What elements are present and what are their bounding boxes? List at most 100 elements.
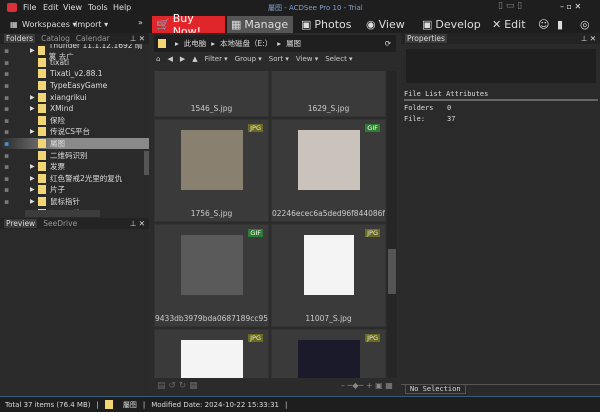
crumb-folder[interactable]: 屬图 <box>286 38 301 49</box>
back-icon[interactable]: ◀ <box>167 55 172 63</box>
365-icon[interactable]: ☺ <box>538 18 549 31</box>
checkbox-icon[interactable]: ▪ <box>4 58 9 67</box>
menu-edit[interactable]: Edit <box>43 3 59 12</box>
tab-preview[interactable]: Preview <box>4 219 38 228</box>
tree-item[interactable]: ▪ ▶ Thunder 11.1.12.1692 晴篱 去广 <box>0 44 149 61</box>
menu-file[interactable]: File <box>23 3 36 12</box>
tree-item[interactable]: ▪ Tixati_v2.88.1 <box>0 68 149 80</box>
eye-mode-icon[interactable]: ◎ <box>580 18 590 31</box>
expand-icon[interactable]: ▶ <box>30 47 35 54</box>
menu-help[interactable]: Help <box>113 3 131 12</box>
tree-item[interactable]: ▪ ▶ XMind <box>0 103 149 115</box>
thumbnail[interactable]: JPG <box>271 329 386 378</box>
checkbox-icon[interactable]: ▪ <box>4 209 9 211</box>
expand-icon[interactable]: ▶ <box>30 163 35 170</box>
crumb-drive[interactable]: 本地磁盘（E:） <box>220 38 272 49</box>
checkbox-icon[interactable]: ▪ <box>4 197 9 206</box>
tree-item[interactable]: ▪ 保险 <box>0 115 149 127</box>
home-icon[interactable]: ⌂ <box>156 55 160 63</box>
checkbox-icon[interactable]: ▪ <box>4 104 9 113</box>
tree-scrollbar[interactable] <box>144 151 149 175</box>
menu-tools[interactable]: Tools <box>88 3 108 12</box>
expand-icon[interactable]: ▶ <box>30 175 35 182</box>
checkbox-icon[interactable]: ▪ <box>4 162 9 171</box>
checkbox-icon[interactable]: ▪ <box>4 69 9 78</box>
checkbox-icon[interactable]: ▪ <box>4 174 9 183</box>
buy-now-button[interactable]: 🛒 Buy Now! <box>152 12 225 38</box>
tab-seedrive[interactable]: SeeDrive <box>43 219 77 228</box>
layout-icons[interactable]: ▯ ▭ ▯ <box>498 1 522 11</box>
tree-item[interactable]: ▪ tixati <box>0 57 149 69</box>
expand-icon[interactable]: ▶ <box>30 128 35 135</box>
thumbnail[interactable]: 1629_S.jpg <box>271 71 386 117</box>
thumbnail-image <box>303 235 354 295</box>
view-menu[interactable]: View ▾ <box>296 55 318 63</box>
checkbox-icon[interactable]: ▪ <box>4 139 9 148</box>
expand-icon[interactable]: ▶ <box>30 105 35 112</box>
group-menu[interactable]: Group ▾ <box>235 55 262 63</box>
tree-item[interactable]: ▪ ▶ xiangrikui <box>0 91 149 103</box>
properties-title: Properties <box>405 34 447 43</box>
tab-calendar[interactable]: Calendar <box>76 34 110 43</box>
tab-no-selection[interactable]: No Selection <box>405 385 466 394</box>
tree-item[interactable]: ▪ 二维码识别 <box>0 149 149 161</box>
menu-view[interactable]: View <box>63 3 82 12</box>
checkbox-icon[interactable]: ▪ <box>4 151 9 160</box>
import-button[interactable]: Import ▾ <box>75 20 108 29</box>
up-icon[interactable]: ▲ <box>192 55 197 63</box>
select-menu[interactable]: Select ▾ <box>325 55 352 63</box>
photos-mode-button[interactable]: ▣ Photos <box>297 16 356 33</box>
window-controls[interactable]: – ▫ ✕ <box>560 2 581 11</box>
folder-icon <box>38 173 46 183</box>
manage-mode-button[interactable]: ▦ Manage <box>227 16 293 33</box>
tree-item-label: 二维码识别 <box>50 150 88 160</box>
thumbnail[interactable]: GIF 02246ecec6a5ded96f844086f7... <box>271 119 386 222</box>
refresh-icon[interactable]: ⟳ <box>385 39 391 48</box>
thumbnail[interactable]: JPG 11007_S.jpg <box>271 224 386 327</box>
develop-mode-button[interactable]: ▣ Develop <box>418 16 485 33</box>
dashboard-icon[interactable]: ▮ <box>557 18 563 31</box>
thumbnail[interactable]: 1546_S.jpg <box>154 71 269 117</box>
pin-icon[interactable]: ⊥ ✕ <box>130 219 145 228</box>
expand-icon[interactable]: ▶ <box>30 186 35 193</box>
checkbox-icon[interactable]: ▪ <box>4 185 9 194</box>
checkbox-icon[interactable]: ▪ <box>4 46 9 55</box>
tree-item-label: tixati <box>50 57 70 67</box>
checkbox-icon[interactable]: ▪ <box>4 116 9 125</box>
edit-mode-button[interactable]: ✕ Edit <box>488 16 530 33</box>
pin-icon[interactable]: ⊥ ✕ <box>581 34 596 43</box>
crumb-this-pc[interactable]: 此电脑 <box>184 38 207 49</box>
tab-folders[interactable]: Folders <box>4 34 36 43</box>
tab-catalog[interactable]: Catalog <box>41 34 70 43</box>
sort-menu[interactable]: Sort ▾ <box>269 55 289 63</box>
expand-icon[interactable]: ▶ <box>30 94 35 101</box>
folder-icon <box>38 81 46 91</box>
checkbox-icon[interactable]: ▪ <box>4 127 9 136</box>
thumbnail-label: 11007_S.jpg <box>305 314 352 323</box>
tree-item[interactable]: ▪ ▶ 传说CS平台 <box>0 126 149 138</box>
tree-item[interactable]: ▪ ▶ 发票 <box>0 161 149 173</box>
workspaces-button[interactable]: Workspaces ▾ <box>22 20 76 29</box>
rotate-tools[interactable]: ▤ ↺ ↻ ▦ <box>157 381 198 391</box>
tree-item[interactable]: ▪ 屬图 <box>0 137 149 150</box>
tree-item[interactable]: ▪ ▶ 鼠标指针 <box>0 196 149 208</box>
thumbnail[interactable]: JPG 1756_S.jpg <box>154 119 269 222</box>
zoom-slider[interactable]: – ─◆─ + ▣ ▦ <box>341 381 393 390</box>
folders-key: Folders <box>404 104 434 112</box>
checkbox-icon[interactable]: ▪ <box>4 81 9 90</box>
status-total: Total 37 items (76.4 MB) <box>5 400 91 409</box>
pin-icon[interactable]: ⊥ ✕ <box>130 34 145 43</box>
tree-item[interactable]: ▪ ▶ 红色警戒2光里的复仇 <box>0 173 149 185</box>
grid-scrollbar[interactable] <box>387 71 397 378</box>
forward-icon[interactable]: ▶ <box>180 55 185 63</box>
thumbnail[interactable]: JPG <box>154 329 269 378</box>
more-button[interactable]: » <box>138 18 143 27</box>
tree-hscrollbar[interactable] <box>25 210 100 217</box>
expand-icon[interactable]: ▶ <box>30 198 35 205</box>
checkbox-icon[interactable]: ▪ <box>4 93 9 102</box>
tree-item[interactable]: ▪ TypeEasyGame <box>0 80 149 92</box>
thumbnail[interactable]: GIF 9433db3979bda0687189cc95f6... <box>154 224 269 327</box>
tree-item[interactable]: ▪ ▶ 片子 <box>0 184 149 196</box>
filter-menu[interactable]: Filter ▾ <box>205 55 228 63</box>
view-mode-button[interactable]: ◉ View <box>362 16 409 33</box>
